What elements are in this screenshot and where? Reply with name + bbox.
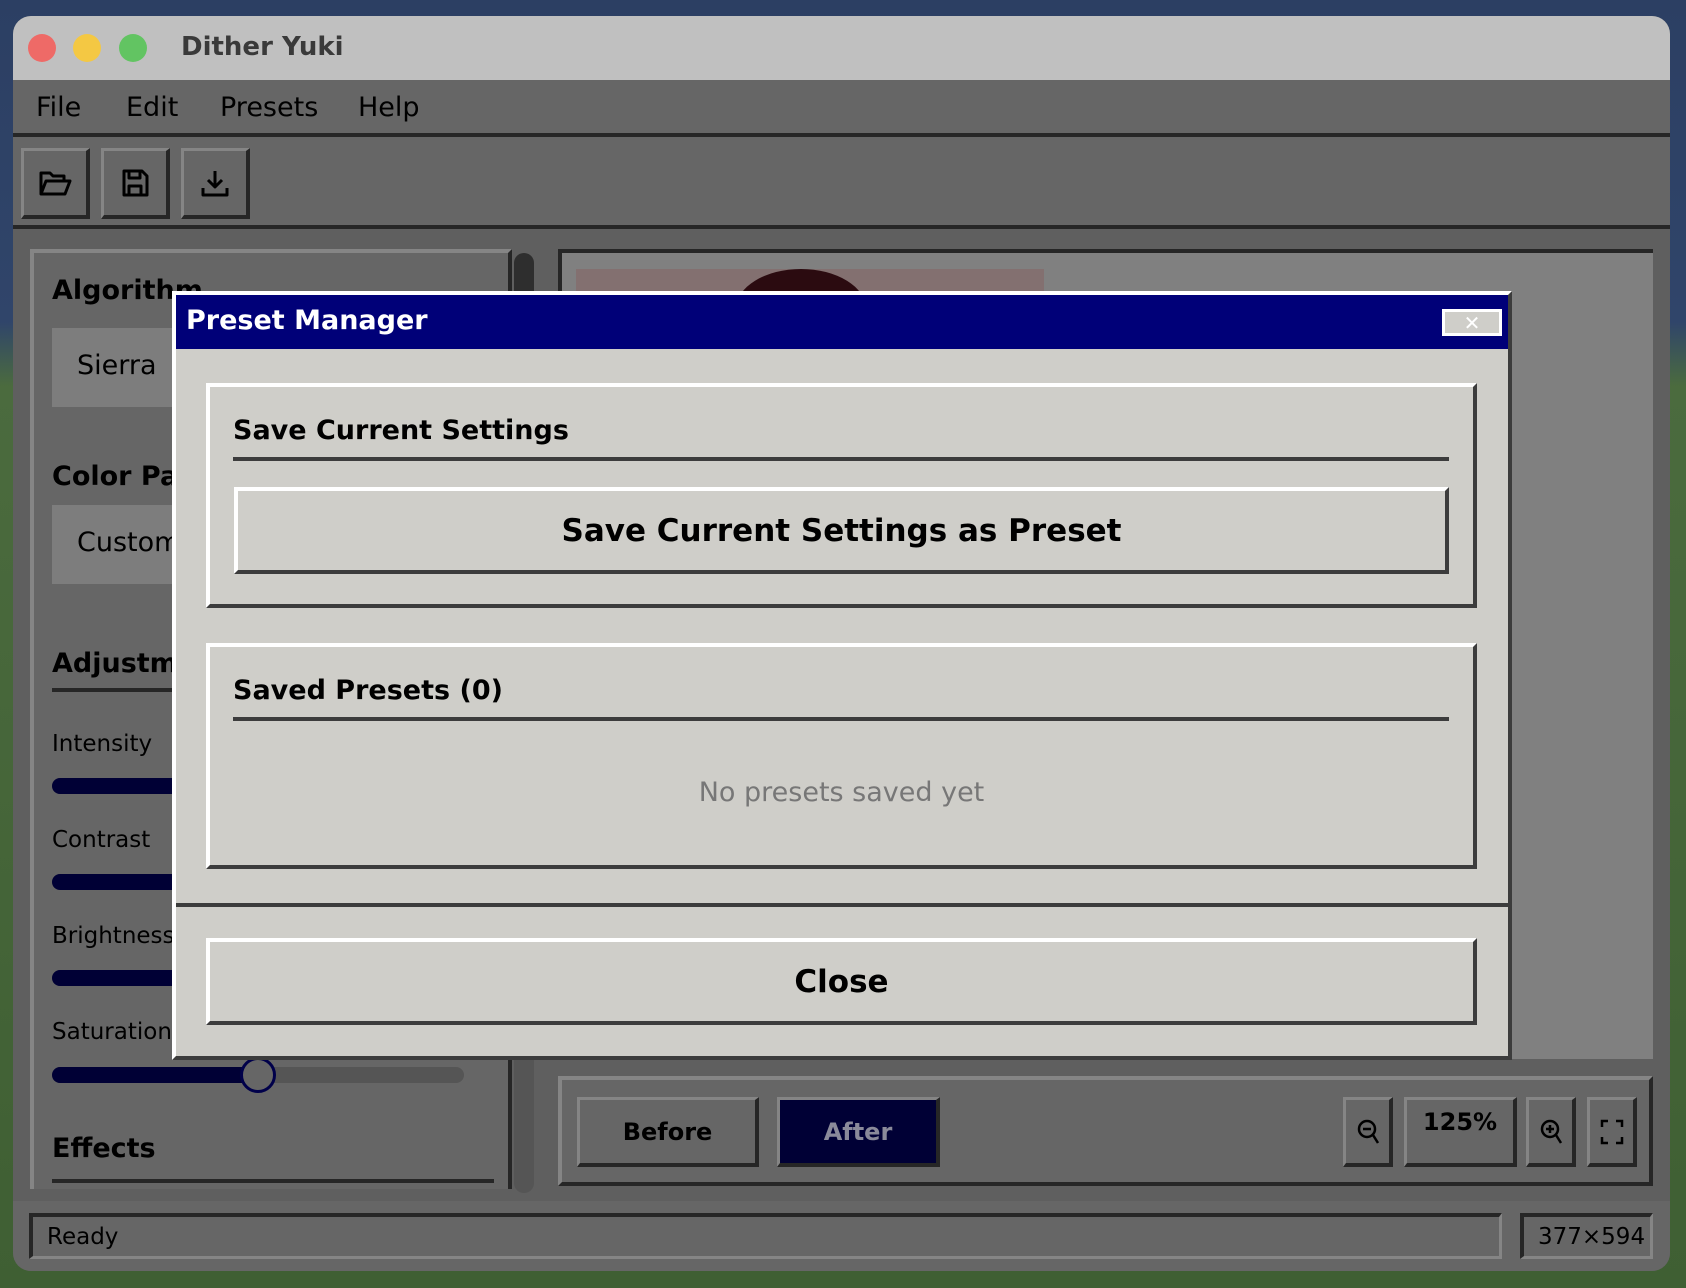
zoom-in-button[interactable] bbox=[1526, 1097, 1576, 1167]
close-window-button[interactable] bbox=[28, 34, 56, 62]
divider bbox=[52, 1179, 494, 1183]
menu-help[interactable]: Help bbox=[358, 92, 420, 123]
zoom-in-icon bbox=[1540, 1119, 1562, 1144]
brightness-label: Brightness bbox=[52, 923, 175, 949]
zoom-out-icon bbox=[1357, 1119, 1379, 1144]
preset-manager-dialog: Preset Manager ✕ Save Current Settings S… bbox=[172, 291, 1512, 1060]
fullscreen-icon bbox=[1600, 1119, 1623, 1144]
palette-heading: Color Pal bbox=[52, 461, 188, 492]
intensity-label: Intensity bbox=[52, 731, 153, 757]
zoom-out-button[interactable] bbox=[1343, 1097, 1393, 1167]
menu-bar: File Edit Presets Help bbox=[13, 80, 1670, 137]
save-preset-button[interactable]: Save Current Settings as Preset bbox=[234, 487, 1449, 574]
status-text: Ready bbox=[29, 1213, 1502, 1259]
view-controls: Before After 125% bbox=[558, 1076, 1653, 1186]
empty-presets-message: No presets saved yet bbox=[698, 777, 985, 808]
save-section-heading: Save Current Settings bbox=[233, 415, 569, 446]
export-button[interactable] bbox=[181, 148, 250, 219]
saturation-fill bbox=[52, 1067, 258, 1083]
before-button[interactable]: Before bbox=[577, 1097, 759, 1167]
menu-edit[interactable]: Edit bbox=[126, 92, 178, 123]
fullscreen-button[interactable] bbox=[1587, 1097, 1637, 1167]
dialog-title: Preset Manager bbox=[186, 305, 428, 336]
toolbar bbox=[13, 137, 1670, 229]
divider bbox=[233, 457, 1449, 461]
save-icon bbox=[122, 169, 149, 197]
download-icon bbox=[201, 171, 229, 197]
after-button[interactable]: After bbox=[777, 1097, 940, 1167]
minimize-window-button[interactable] bbox=[73, 34, 101, 62]
divider bbox=[176, 903, 1508, 907]
zoom-level[interactable]: 125% bbox=[1404, 1097, 1517, 1167]
open-button[interactable] bbox=[21, 148, 90, 219]
effects-heading: Effects bbox=[52, 1133, 156, 1164]
saved-presets-heading: Saved Presets (0) bbox=[233, 675, 503, 706]
status-bar: Ready 377×594 bbox=[13, 1201, 1670, 1271]
window-title: Dither Yuki bbox=[181, 32, 344, 62]
close-button[interactable]: Close bbox=[206, 938, 1477, 1025]
saturation-slider[interactable] bbox=[52, 1057, 464, 1093]
dialog-close-x-button[interactable]: ✕ bbox=[1442, 309, 1502, 336]
image-dimensions: 377×594 bbox=[1520, 1213, 1653, 1259]
save-settings-section: Save Current Settings Save Current Setti… bbox=[206, 383, 1477, 608]
menu-file[interactable]: File bbox=[36, 92, 81, 123]
dialog-title-bar: Preset Manager ✕ bbox=[176, 295, 1508, 349]
divider bbox=[233, 717, 1449, 721]
saturation-knob[interactable] bbox=[240, 1057, 276, 1093]
folder-open-icon bbox=[39, 171, 72, 196]
contrast-label: Contrast bbox=[52, 827, 151, 853]
maximize-window-button[interactable] bbox=[119, 34, 147, 62]
menu-presets[interactable]: Presets bbox=[220, 92, 318, 123]
save-button[interactable] bbox=[101, 148, 170, 219]
close-icon: ✕ bbox=[1463, 310, 1481, 335]
saved-presets-section: Saved Presets (0) No presets saved yet bbox=[206, 643, 1477, 869]
title-bar: Dither Yuki bbox=[13, 16, 1670, 80]
saturation-label: Saturation bbox=[52, 1019, 172, 1045]
